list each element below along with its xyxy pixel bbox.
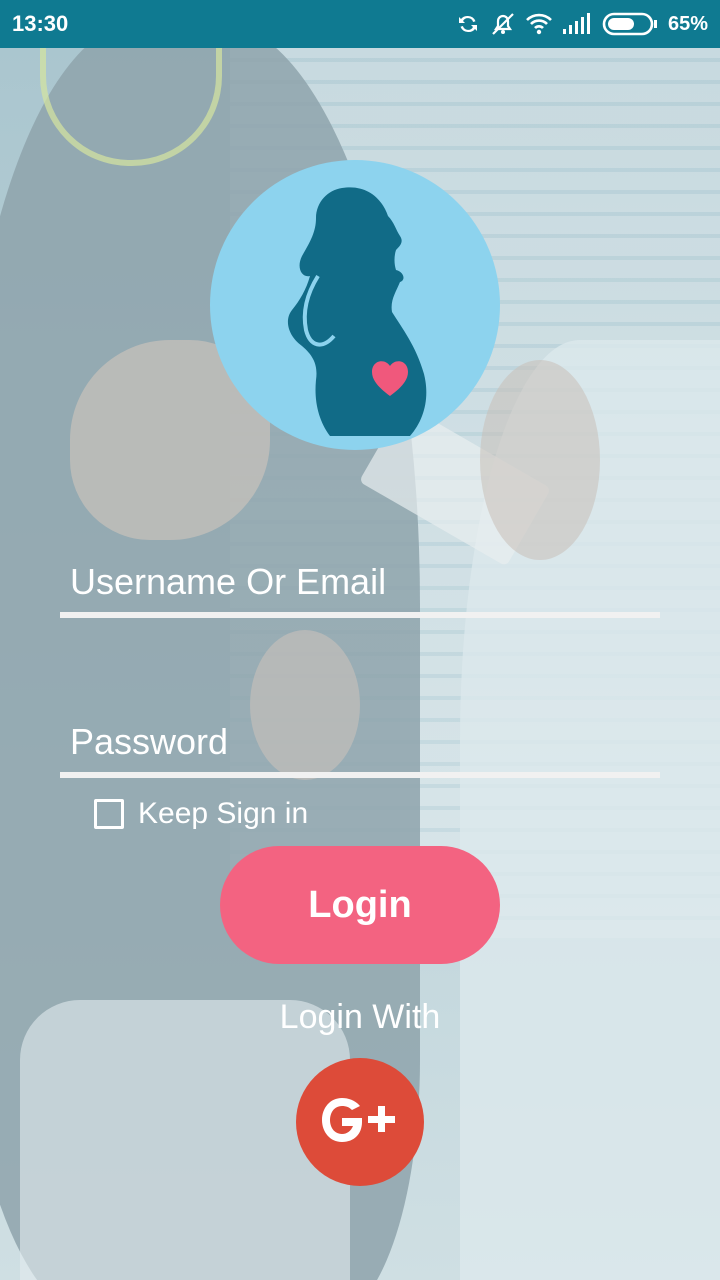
password-underline: [60, 772, 660, 778]
keep-signed-in-label: Keep Sign in: [138, 797, 309, 830]
signal-icon: [562, 13, 590, 34]
battery-icon: [602, 12, 657, 36]
keep-signed-in-row[interactable]: Keep Sign in: [94, 796, 308, 832]
login-button[interactable]: Login: [220, 846, 500, 964]
doctor-hand: [480, 360, 600, 560]
status-icons: 65%: [456, 0, 708, 48]
battery-percent: 65%: [667, 12, 708, 35]
keep-signed-in-checkbox[interactable]: [94, 799, 124, 829]
status-bar: 13:30 65%: [0, 0, 720, 48]
google-plus-button[interactable]: [296, 1058, 424, 1186]
app-logo: [210, 160, 500, 450]
wifi-icon: [526, 13, 552, 35]
login-with-label: Login With: [279, 998, 441, 1036]
status-time: 13:30: [12, 11, 69, 36]
username-field[interactable]: Username Or Email: [60, 555, 660, 625]
password-field[interactable]: Password: [60, 715, 660, 785]
username-underline: [60, 612, 660, 618]
mute-icon: [492, 13, 514, 35]
pregnant-woman-heart-icon: [287, 187, 427, 436]
sync-icon: [458, 15, 477, 33]
login-button-label: Login: [308, 883, 412, 926]
username-placeholder: Username Or Email: [70, 561, 387, 602]
google-plus-icon: [322, 1098, 395, 1142]
password-placeholder: Password: [70, 721, 229, 762]
